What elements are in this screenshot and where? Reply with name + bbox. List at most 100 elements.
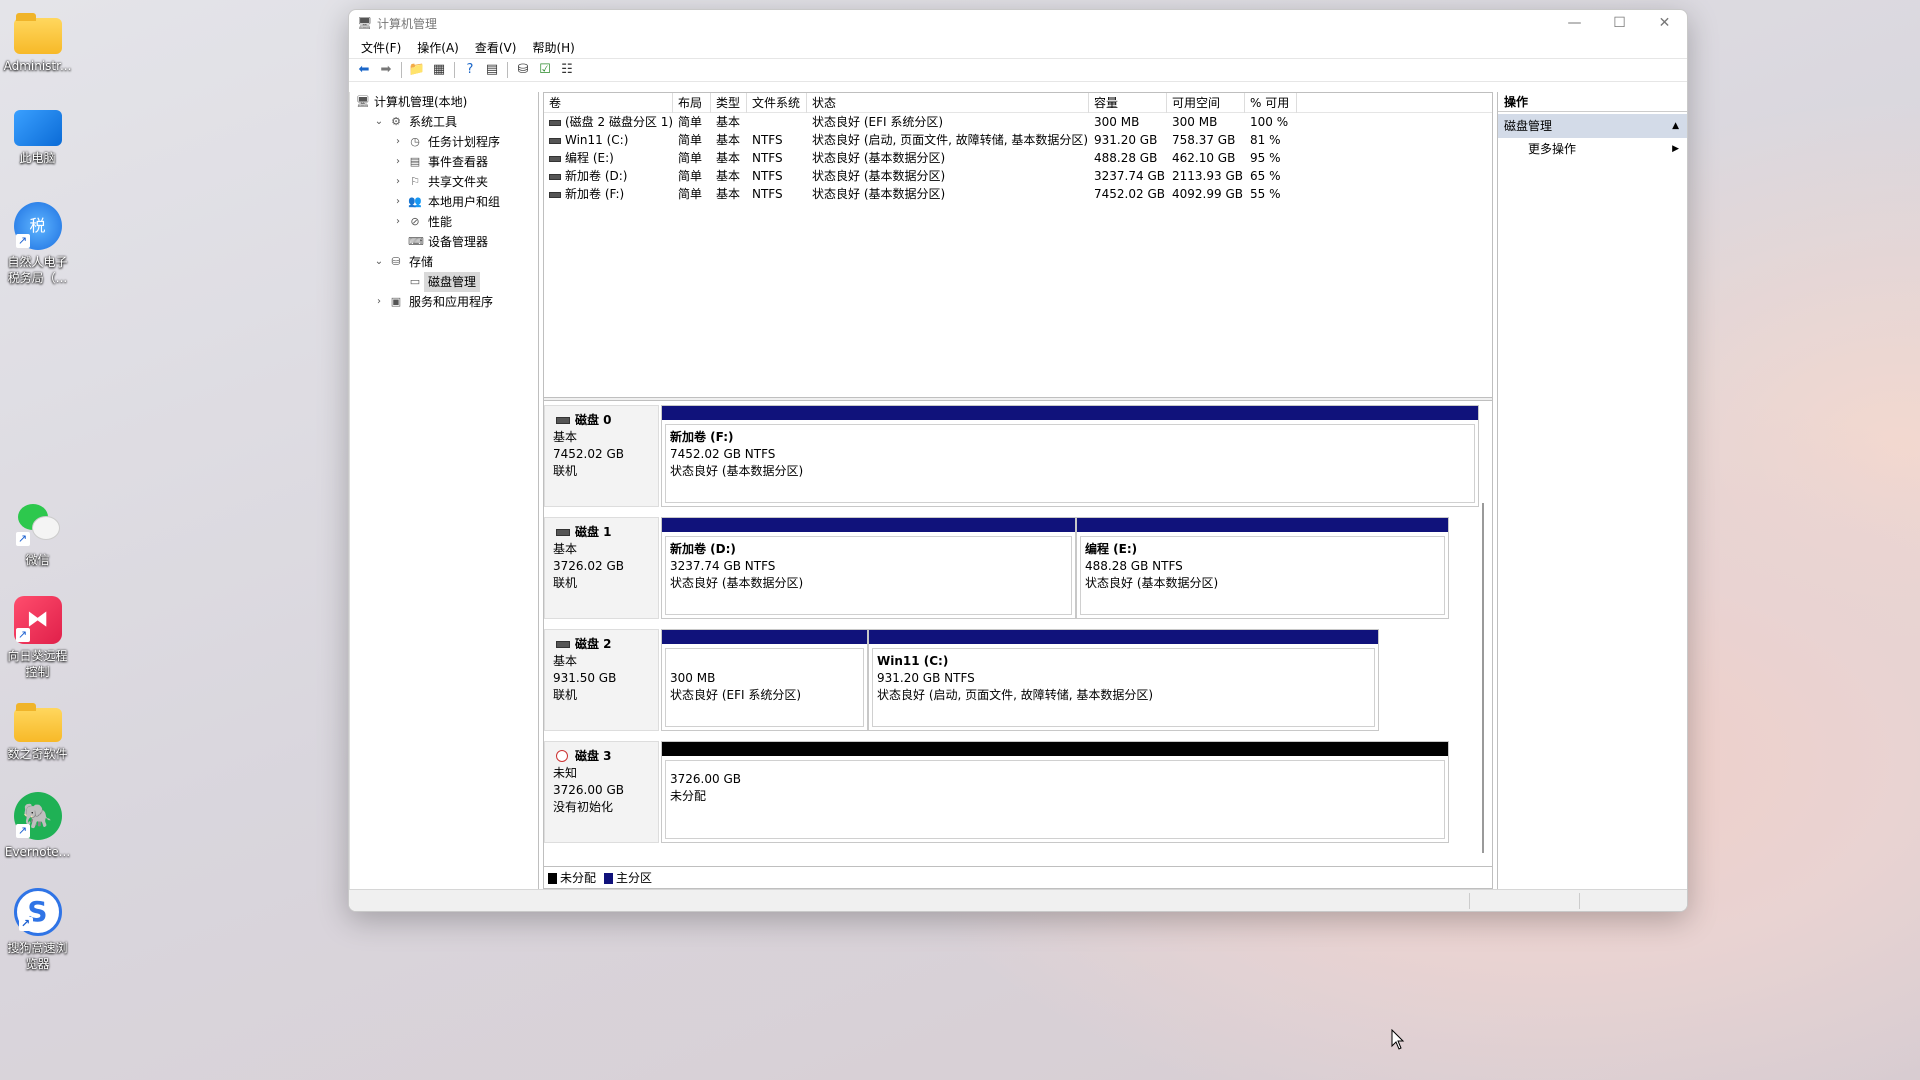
volume-icon <box>549 155 561 162</box>
volume-list: 卷 布局 类型 文件系统 状态 容量 可用空间 % 可用 (磁盘 2 磁盘分区 … <box>544 93 1492 398</box>
tree-item-1[interactable]: ⌄ ⚙ 系统工具 <box>350 112 538 132</box>
column-header-type[interactable]: 类型 <box>711 93 747 113</box>
volume-cell: (磁盘 2 磁盘分区 1) <box>544 113 673 131</box>
column-header-percent-free[interactable]: % 可用 <box>1245 93 1297 113</box>
tree-item-0[interactable]: 🖥 计算机管理(本地) <box>350 92 538 112</box>
tree-item-2[interactable]: › ◷ 任务计划程序 <box>350 132 538 152</box>
connect-disk-icon[interactable]: ⛁ <box>514 61 532 79</box>
desktop-icon-evernote[interactable]: 🐘 ↗ Evernote... <box>0 792 75 860</box>
column-header-capacity[interactable]: 容量 <box>1089 93 1167 113</box>
expand-right-icon[interactable]: › <box>392 132 404 152</box>
tree-item-6[interactable]: › ⊘ 性能 <box>350 212 538 232</box>
volume-cell: 100 % <box>1250 115 1289 129</box>
desktop-icon-tax[interactable]: 税 ↗ 自然人电子税务局（... <box>0 202 75 286</box>
volume-row[interactable]: 编程 (E:) 简单 基本 NTFS 状态良好 (基本数据分区) 488.28 GB 462… <box>544 149 1492 167</box>
volume-cell: 95 % <box>1250 151 1281 165</box>
desktop-icon-software-folder[interactable]: 数之奇软件 <box>0 698 75 762</box>
tree-item-5[interactable]: › 👥 本地用户和组 <box>350 192 538 212</box>
tree-item-label: 设备管理器 <box>428 235 489 249</box>
show-action-pane-icon[interactable]: ▤ <box>483 61 501 79</box>
tax-bureau-icon: 税 ↗ <box>13 202 62 250</box>
tree-item-9[interactable]: ▭ 磁盘管理 <box>350 272 538 292</box>
back-arrow-icon[interactable]: ⬅ <box>355 61 373 79</box>
volume-cell: 462.10 GB <box>1172 151 1236 165</box>
disk-size: 3726.00 GB <box>553 783 624 797</box>
expand-right-icon[interactable]: › <box>392 192 404 212</box>
volume-row[interactable]: 新加卷 (D:) 简单 基本 NTFS 状态良好 (基本数据分区) 3237.74 GB 2… <box>544 167 1492 185</box>
volume-row[interactable]: Win11 (C:) 简单 基本 NTFS 状态良好 (启动, 页面文件, 故障转储, … <box>544 131 1492 149</box>
close-button[interactable]: ✕ <box>1642 10 1687 36</box>
column-header-layout[interactable]: 布局 <box>673 93 711 113</box>
desktop-icon-administrator[interactable]: Administr... <box>0 8 75 74</box>
volume-cell: 简单 <box>678 133 703 147</box>
partition-efi[interactable]: 300 MB 状态良好 (EFI 系统分区) <box>661 629 868 731</box>
menu-file[interactable]: 文件(F) <box>353 39 409 56</box>
volume-cell: 新加卷 (D:) <box>544 167 673 185</box>
disk-label-0[interactable]: 磁盘 0 基本 7452.02 GB 联机 <box>544 405 659 507</box>
volume-name: 新加卷 (D:) <box>565 169 628 183</box>
vertical-scrollbar[interactable] <box>1482 503 1484 853</box>
properties-list-icon[interactable]: ☷ <box>558 61 576 79</box>
disk-graphical-view: 磁盘 0 基本 7452.02 GB 联机 新加卷 (F:) 7452.02 G… <box>544 403 1492 865</box>
partition-e[interactable]: 编程 (E:) 488.28 GB NTFS 状态良好 (基本数据分区) <box>1076 517 1449 619</box>
column-header-free-space[interactable]: 可用空间 <box>1167 93 1245 113</box>
partition-d[interactable]: 新加卷 (D:) 3237.74 GB NTFS 状态良好 (基本数据分区) <box>661 517 1076 619</box>
forward-arrow-icon[interactable]: ➡ <box>377 61 395 79</box>
tree-item-8[interactable]: ⌄ ⛁ 存储 <box>350 252 538 272</box>
column-header-filesystem[interactable]: 文件系统 <box>747 93 807 113</box>
partition-f[interactable]: 新加卷 (F:) 7452.02 GB NTFS 状态良好 (基本数据分区) <box>661 405 1479 507</box>
volume-row[interactable]: (磁盘 2 磁盘分区 1) 简单 基本 状态良好 (EFI 系统分区) 300 MB 30… <box>544 113 1492 131</box>
volume-row[interactable]: 新加卷 (F:) 简单 基本 NTFS 状态良好 (基本数据分区) 7452.02 GB 4… <box>544 185 1492 203</box>
disk-label-3[interactable]: 磁盘 3 未知 3726.00 GB 没有初始化 <box>544 741 659 843</box>
show-hide-console-tree-icon[interactable]: ▦ <box>430 61 448 79</box>
clock-icon: ◷ <box>410 135 420 148</box>
toolbar-separator <box>507 62 508 78</box>
tree-item-4[interactable]: › ⚐ 共享文件夹 <box>350 172 538 192</box>
title-bar[interactable]: 🖥 计算机管理 — ☐ ✕ <box>349 10 1687 36</box>
desktop-icon-this-pc[interactable]: 此电脑 <box>0 102 75 166</box>
menu-action[interactable]: 操作(A) <box>409 39 467 56</box>
expand-down-icon[interactable]: ⌄ <box>373 252 385 272</box>
desktop-icon-label: 此电脑 <box>19 151 56 165</box>
wechat-icon: ↗ <box>14 500 62 548</box>
tree-item-10[interactable]: › ▣ 服务和应用程序 <box>350 292 538 312</box>
tree-item-3[interactable]: › ▤ 事件查看器 <box>350 152 538 172</box>
disk-row-2: 磁盘 2 基本 931.50 GB 联机 300 MB 状态良好 (EFI 系统… <box>544 629 1379 733</box>
unallocated-space[interactable]: 3726.00 GB 未分配 <box>661 741 1449 843</box>
column-header-volume[interactable]: 卷 <box>544 93 673 113</box>
expand-right-icon[interactable]: › <box>392 172 404 192</box>
menu-help[interactable]: 帮助(H) <box>524 39 582 56</box>
collapse-up-icon[interactable]: ▲ <box>1672 114 1679 138</box>
up-folder-icon[interactable]: 📁 <box>408 61 426 79</box>
primary-partition-band <box>869 630 1378 644</box>
desktop-icon-label: 向日葵远程控制 <box>7 649 68 679</box>
volume-cell: 3237.74 GB <box>1094 169 1165 183</box>
menu-view[interactable]: 查看(V) <box>467 39 525 56</box>
minimize-button[interactable]: — <box>1552 10 1597 36</box>
volume-cell: 编程 (E:) <box>544 149 673 167</box>
desktop-icon-sogou-browser[interactable]: S ↗ 搜狗高速浏览器 <box>0 888 75 972</box>
help-icon[interactable]: ? <box>461 61 479 79</box>
more-actions-item[interactable]: 更多操作 ▶ <box>1498 138 1687 160</box>
actions-header: 操作 <box>1498 92 1687 112</box>
tree-item-label: 任务计划程序 <box>428 135 501 149</box>
desktop-icon-wechat[interactable]: ↗ 微信 <box>0 500 75 568</box>
disk-name: 磁盘 0 <box>553 412 650 429</box>
expand-down-icon[interactable]: ⌄ <box>373 112 385 132</box>
legend-unallocated: 未分配 <box>548 869 596 886</box>
column-header-status[interactable]: 状态 <box>807 93 1089 113</box>
maximize-button[interactable]: ☐ <box>1597 10 1642 36</box>
disk-label-2[interactable]: 磁盘 2 基本 931.50 GB 联机 <box>544 629 659 731</box>
tree-item-7[interactable]: ⌨ 设备管理器 <box>350 232 538 252</box>
partition-c[interactable]: Win11 (C:) 931.20 GB NTFS 状态良好 (启动, 页面文件… <box>868 629 1379 731</box>
disk-label-1[interactable]: 磁盘 1 基本 3726.02 GB 联机 <box>544 517 659 619</box>
pane-splitter[interactable] <box>544 397 1492 401</box>
expand-right-icon[interactable]: › <box>373 292 385 312</box>
actions-section-disk-management[interactable]: 磁盘管理 ▲ <box>1498 114 1687 138</box>
actions-section-label: 磁盘管理 <box>1504 119 1553 133</box>
expand-right-icon[interactable]: › <box>392 152 404 172</box>
desktop-icon-sunlogin[interactable]: ⧓ ↗ 向日葵远程控制 <box>0 596 75 680</box>
sogou-browser-icon: S ↗ <box>13 888 62 936</box>
check-properties-icon[interactable]: ☑ <box>536 61 554 79</box>
expand-right-icon[interactable]: › <box>392 212 404 232</box>
